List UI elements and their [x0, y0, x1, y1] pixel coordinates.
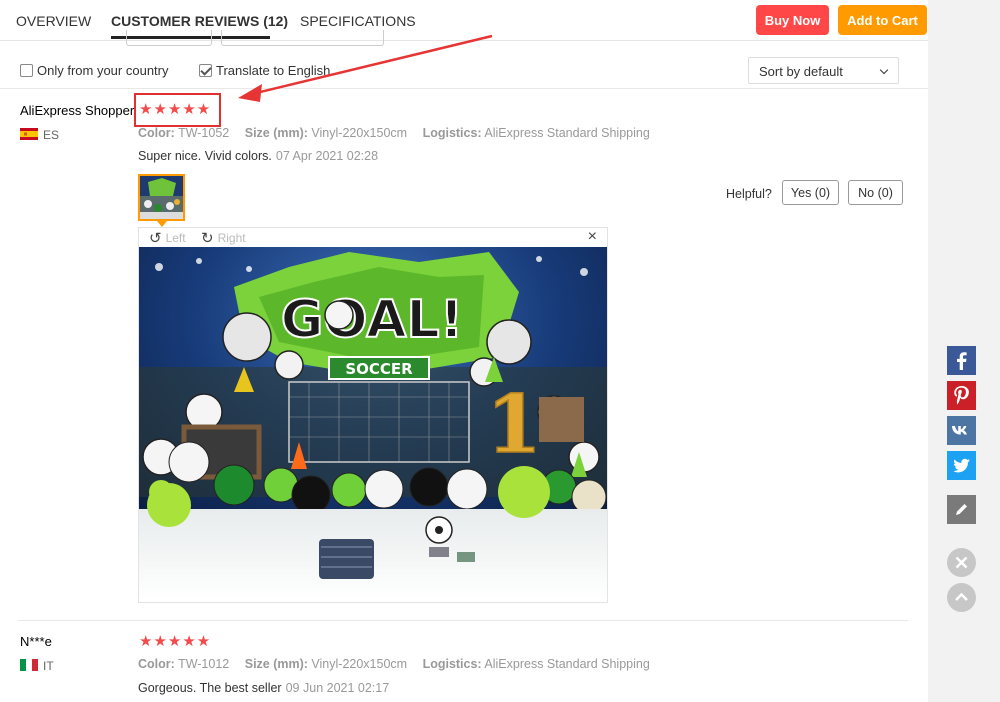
color-attr-label: Color: — [138, 657, 175, 671]
review-comment: Gorgeous. The best seller 09 Jun 2021 02:… — [138, 681, 389, 695]
helpful-no-button[interactable]: No (0) — [848, 180, 903, 205]
balloon-number: 1 — [486, 377, 542, 471]
page: OVERVIEW CUSTOMER REVIEWS (12) SPECIFICA… — [0, 0, 1000, 702]
reviewer-name: N***e — [20, 634, 52, 649]
filter-field-partial[interactable] — [126, 30, 212, 46]
chevron-down-icon — [879, 65, 889, 75]
review-attributes: Color: TW-1012 Size (mm): Vinyl-220x150c… — [138, 657, 650, 671]
helpful-label: Helpful? — [726, 187, 772, 201]
pinterest-share-button[interactable] — [947, 381, 976, 410]
review-photo: GOAL! SOCCER 1 — [139, 247, 607, 600]
reviewer-name: AliExpress Shopper — [20, 103, 135, 118]
photo-viewer: ↺ Left ↻ Right × GOAL! SOCCER 1 — [138, 227, 608, 603]
spain-flag-icon — [20, 128, 38, 140]
rotate-left-label: Left — [165, 231, 186, 245]
sort-select-value: Sort by default — [759, 64, 843, 79]
only-country-checkbox[interactable] — [20, 64, 33, 77]
review-text: Gorgeous. The best seller — [138, 681, 282, 695]
close-icon[interactable]: × — [588, 228, 597, 246]
review-date: 07 Apr 2021 02:28 — [275, 149, 379, 163]
tab-specifications[interactable]: SPECIFICATIONS — [300, 13, 416, 29]
buy-now-button[interactable]: Buy Now — [756, 5, 829, 35]
thumbnail-image — [140, 176, 183, 219]
reviewer-country: IT — [43, 659, 54, 673]
reviewer-country: ES — [43, 128, 60, 142]
scroll-to-top-button[interactable] — [947, 583, 976, 612]
close-icon — [955, 556, 968, 569]
twitter-icon — [953, 458, 970, 473]
annotation-arrow-icon — [238, 34, 493, 102]
size-attr-label: Size (mm): — [244, 657, 308, 671]
pinterest-icon — [954, 386, 969, 405]
vk-icon — [952, 426, 967, 435]
sort-select[interactable]: Sort by default — [748, 57, 899, 84]
close-circle-button[interactable] — [947, 548, 976, 577]
rotate-right-icon: ↻ — [201, 230, 214, 247]
tab-overview[interactable]: OVERVIEW — [16, 13, 91, 29]
color-attr-value: TW-1012 — [178, 657, 230, 671]
banner-text: GOAL! — [281, 290, 464, 350]
rotate-left-icon: ↺ — [149, 230, 162, 247]
sign-text: SOCCER — [345, 360, 413, 378]
size-attr-value: Vinyl-220x150cm — [311, 657, 408, 671]
facebook-share-button[interactable] — [947, 346, 976, 375]
review-photo-thumbnail[interactable] — [138, 174, 185, 221]
size-attr-value: Vinyl-220x150cm — [311, 126, 408, 140]
star-rating: ★★★★★ — [139, 633, 212, 650]
vk-share-button[interactable] — [947, 416, 976, 445]
logistics-attr-value: AliExpress Standard Shipping — [484, 657, 650, 671]
translate-checkbox[interactable] — [199, 64, 212, 77]
pencil-icon — [956, 504, 967, 515]
logistics-attr-label: Logistics: — [422, 126, 482, 140]
review-comment: Super nice. Vivid colors. 07 Apr 2021 02:… — [138, 149, 378, 163]
review-text: Super nice. Vivid colors. — [138, 149, 272, 163]
viewer-toolbar: ↺ Left ↻ Right × — [139, 228, 607, 248]
facebook-icon — [957, 352, 967, 370]
italy-flag-icon — [20, 659, 38, 671]
chevron-up-icon — [955, 592, 968, 601]
helpful-yes-button[interactable]: Yes (0) — [782, 180, 839, 205]
twitter-share-button[interactable] — [947, 451, 976, 480]
size-attr-label: Size (mm): — [244, 126, 308, 140]
logistics-attr-label: Logistics: — [422, 657, 482, 671]
tab-customer-reviews[interactable]: CUSTOMER REVIEWS (12) — [111, 13, 288, 29]
logistics-attr-value: AliExpress Standard Shipping — [484, 126, 650, 140]
rotate-left-button[interactable]: ↺ Left — [149, 229, 186, 247]
rotate-right-button[interactable]: ↻ Right — [201, 229, 246, 247]
edit-button[interactable] — [947, 495, 976, 524]
review-date: 09 Jun 2021 02:17 — [285, 681, 390, 695]
review-attributes: Color: TW-1052 Size (mm): Vinyl-220x150c… — [138, 126, 650, 140]
annotation-highlight-box — [134, 93, 221, 127]
color-attr-value: TW-1052 — [178, 126, 230, 140]
rotate-right-label: Right — [217, 231, 246, 245]
only-country-label[interactable]: Only from your country — [37, 63, 169, 78]
color-attr-label: Color: — [138, 126, 175, 140]
review-divider — [18, 620, 908, 621]
add-to-cart-button[interactable]: Add to Cart — [838, 5, 927, 35]
